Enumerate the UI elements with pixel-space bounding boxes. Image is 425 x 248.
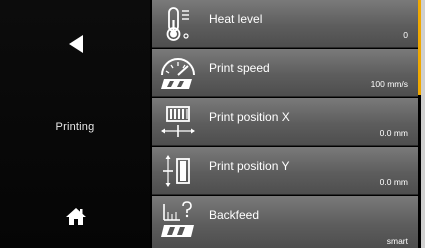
home-button[interactable] [52, 192, 100, 240]
back-button[interactable] [50, 18, 102, 70]
menu-item-value: 0.0 mm [379, 177, 408, 187]
menu-item-value: 0.0 mm [379, 128, 408, 138]
menu-item-label: Backfeed [209, 208, 260, 222]
menu-item-print-position-x[interactable]: Print position X 0.0 mm [152, 98, 418, 146]
position-y-icon [156, 151, 200, 191]
mode-label: Printing [55, 121, 95, 133]
menu-item-print-position-y[interactable]: Print position Y 0.0 mm [152, 147, 418, 195]
scrollbar-track [421, 0, 425, 248]
menu-item-backfeed[interactable]: Backfeed smart [152, 196, 418, 248]
menu-item-value: 0 [403, 30, 408, 40]
menu-item-label: Print speed [209, 61, 270, 75]
speedometer-icon [156, 53, 200, 93]
menu-item-value: 100 mm/s [370, 79, 408, 89]
thermometer-icon [156, 4, 200, 44]
menu-item-value: smart [386, 236, 408, 246]
position-x-icon [156, 102, 200, 142]
back-arrow-icon [69, 35, 83, 53]
menu-item-label: Print position Y [209, 159, 290, 173]
menu-item-label: Heat level [209, 12, 263, 26]
menu-item-print-speed[interactable]: Print speed 100 mm/s [152, 49, 418, 97]
menu-item-heat-level[interactable]: Heat level 0 [152, 0, 418, 48]
settings-menu: Heat level 0 Print speed 100 mm/s Print … [152, 0, 418, 248]
menu-item-label: Print position X [209, 110, 290, 124]
backfeed-icon [156, 200, 200, 240]
home-icon [66, 208, 86, 225]
sidebar: Printing [0, 0, 150, 248]
